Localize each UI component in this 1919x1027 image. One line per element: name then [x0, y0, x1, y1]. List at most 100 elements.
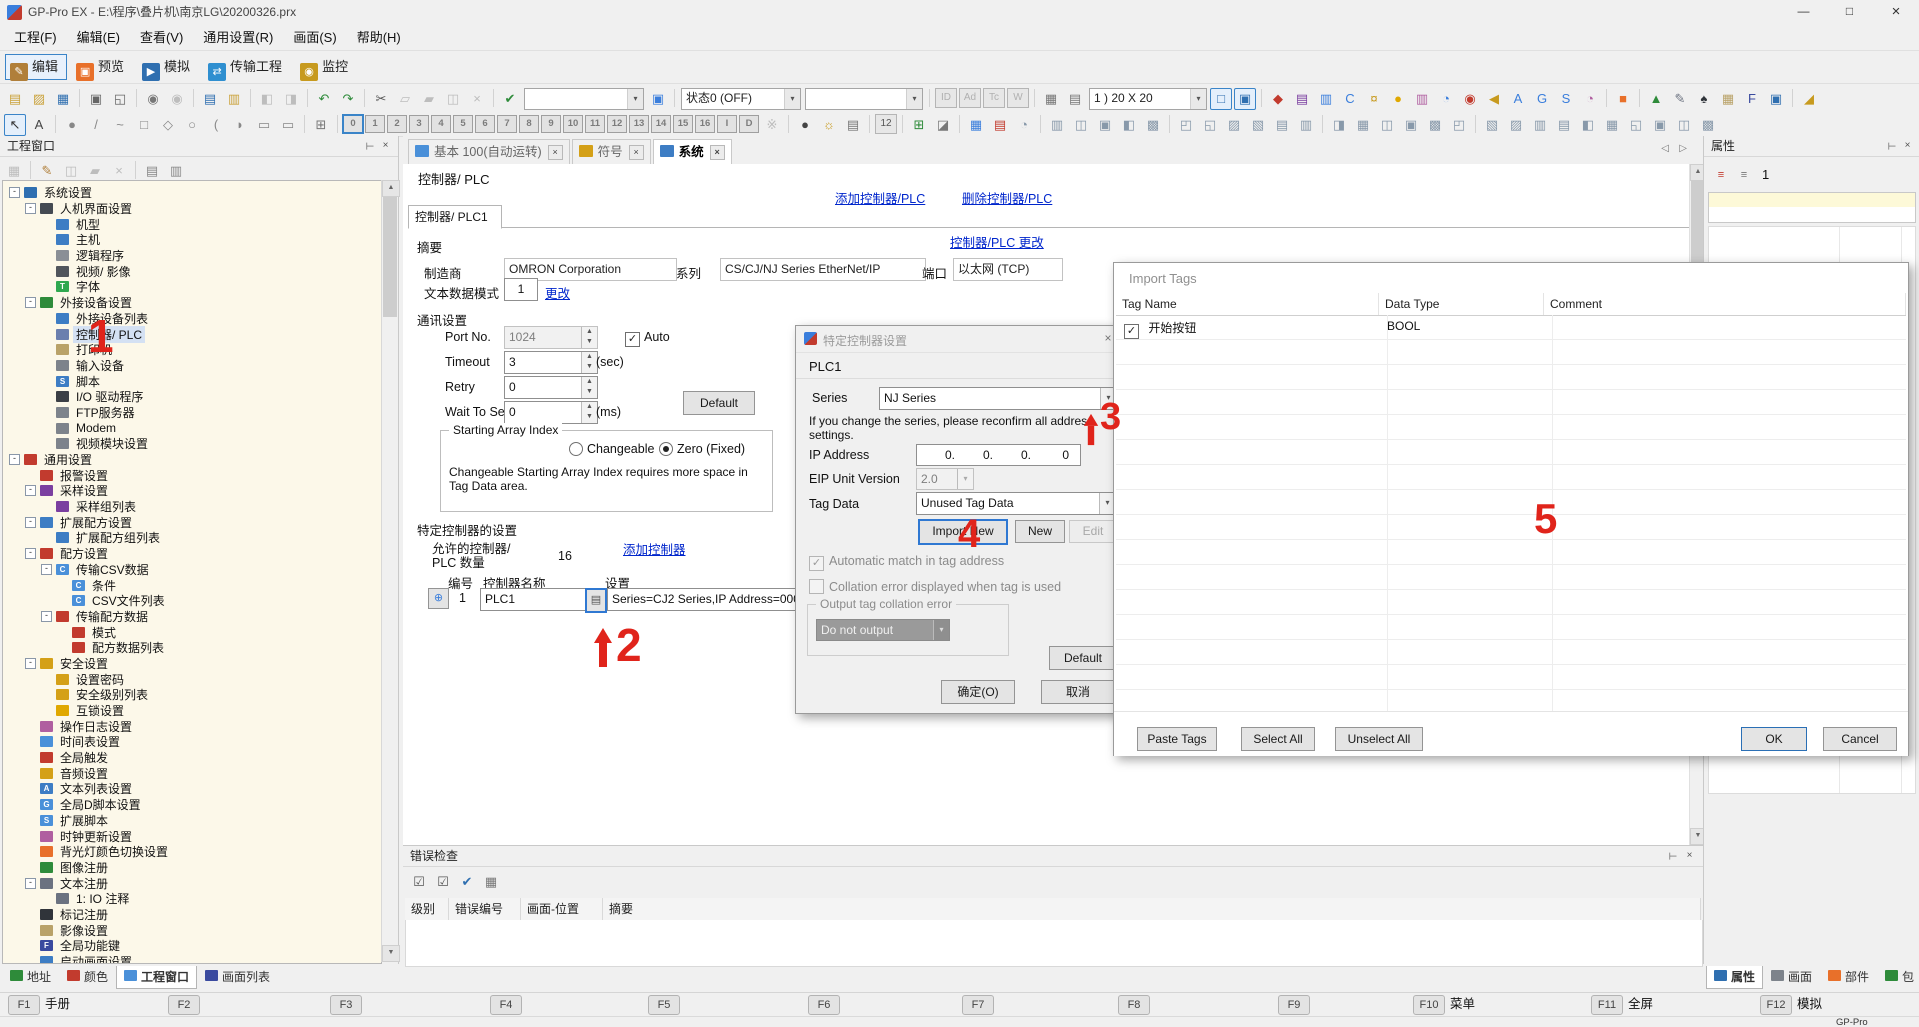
- ip-address-field[interactable]: 0.0.0.0: [916, 444, 1081, 466]
- tree-item[interactable]: 时钟更新设置: [3, 828, 381, 844]
- close-tab-icon[interactable]: ×: [548, 145, 563, 160]
- screen-number-button-12[interactable]: 12: [607, 115, 627, 133]
- tree-item[interactable]: 配方数据列表: [3, 640, 381, 656]
- frame-on-icon[interactable]: ▣: [1234, 88, 1256, 110]
- tree-item[interactable]: Modem: [3, 420, 381, 436]
- meter-part-icon[interactable]: ◔: [1013, 114, 1035, 136]
- tree-item-label[interactable]: 时钟更新设置: [57, 828, 135, 845]
- keypad-part-icon[interactable]: ⊞: [908, 114, 930, 136]
- tree-item[interactable]: 报警设置: [3, 467, 381, 483]
- sheet-icon[interactable]: ▤: [1064, 88, 1086, 110]
- retry-field[interactable]: 0 ▲▼: [504, 376, 598, 399]
- pie-tool-icon[interactable]: ◗: [229, 114, 251, 136]
- csv-icon[interactable]: C: [1339, 88, 1361, 110]
- rect-tool-icon[interactable]: □: [133, 114, 155, 136]
- minimize-button[interactable]: —: [1781, 0, 1826, 25]
- tree-item-label[interactable]: 模式: [89, 624, 119, 641]
- lamp-part-icon[interactable]: ●: [794, 114, 816, 136]
- bulb-part-icon[interactable]: ☼: [818, 114, 840, 136]
- part-icon-12[interactable]: ◨: [1328, 114, 1350, 136]
- screen-number-button-D[interactable]: D: [739, 115, 759, 133]
- menu-item[interactable]: 工程(F): [4, 25, 67, 50]
- tree-item[interactable]: 机型: [3, 216, 381, 232]
- global-dscript-icon[interactable]: G: [1531, 88, 1553, 110]
- fkey-cap-F4[interactable]: F4: [490, 995, 522, 1015]
- chevron-down-icon[interactable]: ▾: [784, 89, 800, 109]
- tree-expander-icon[interactable]: -: [25, 658, 36, 669]
- spinner-icon[interactable]: ▲▼: [581, 402, 597, 423]
- window-screen-icon[interactable]: ▣: [1765, 88, 1787, 110]
- tree-expander-icon[interactable]: -: [25, 517, 36, 528]
- fkey-cap-F7[interactable]: F7: [962, 995, 994, 1015]
- tree-item[interactable]: 音频设置: [3, 765, 381, 781]
- screen-image-icon[interactable]: ▣: [647, 88, 669, 110]
- part-icon-1[interactable]: ▥: [1046, 114, 1068, 136]
- close-tab-icon[interactable]: ×: [710, 145, 725, 160]
- image-register-icon[interactable]: ▲: [1645, 88, 1667, 110]
- part-id-combo[interactable]: ▾: [524, 88, 644, 110]
- part-icon-16[interactable]: ▩: [1424, 114, 1446, 136]
- new-screen-icon[interactable]: ▤: [199, 88, 221, 110]
- plc-settings-button[interactable]: ▤: [585, 588, 607, 613]
- close-panel-icon[interactable]: ×: [1900, 139, 1915, 153]
- add-controller-link[interactable]: 添加控制器: [623, 539, 686, 558]
- pin-icon[interactable]: ⊥: [1884, 139, 1898, 154]
- pin-icon[interactable]: ⊥: [362, 139, 376, 154]
- part-icon-18[interactable]: ▧: [1481, 114, 1503, 136]
- tree-item-label[interactable]: 报警设置: [57, 467, 111, 484]
- bar-chart-part-icon[interactable]: ▦: [965, 114, 987, 136]
- tree-item-label[interactable]: 时间表设置: [57, 733, 123, 750]
- errlist-check2-icon[interactable]: ☑: [432, 871, 454, 893]
- delete-plc-link[interactable]: 删除控制器/PLC: [962, 188, 1052, 207]
- screen-number-button-6[interactable]: 6: [475, 115, 495, 133]
- panel-tab-颜色[interactable]: 颜色: [59, 966, 116, 989]
- fkey-cap-F6[interactable]: F6: [808, 995, 840, 1015]
- ip-octet[interactable]: 0: [1031, 445, 1069, 465]
- tree-expander-icon[interactable]: -: [25, 878, 36, 889]
- screen-number-button-4[interactable]: 4: [431, 115, 451, 133]
- panel-doc-icon[interactable]: ▤: [141, 160, 163, 182]
- undo-icon[interactable]: ↶: [313, 88, 335, 110]
- screen-number-button-10[interactable]: 10: [563, 115, 583, 133]
- part-icon-2[interactable]: ◫: [1070, 114, 1092, 136]
- panel-tab-部件[interactable]: 部件: [1820, 966, 1877, 989]
- tree-item-label[interactable]: 影像设置: [57, 922, 111, 939]
- scroll-down-icon[interactable]: ▼: [382, 945, 400, 962]
- tree-item-label[interactable]: 背光灯颜色切换设置: [57, 843, 171, 860]
- paste-icon[interactable]: ▰: [418, 88, 440, 110]
- screen-number-button-1[interactable]: 1: [365, 115, 385, 133]
- errlist-check1-icon[interactable]: ☑: [408, 871, 430, 893]
- tree-item-label[interactable]: 机型: [73, 216, 103, 233]
- fkey-cap-F1[interactable]: F1: [8, 995, 40, 1015]
- scroll-up-icon[interactable]: ▲: [1690, 164, 1703, 181]
- plc-name-field[interactable]: PLC1: [480, 588, 593, 611]
- tree-item[interactable]: F全局功能键: [3, 938, 381, 954]
- select-cursor-icon[interactable]: ↖: [4, 114, 26, 136]
- tree-item-label[interactable]: 外接设备设置: [57, 294, 135, 311]
- trigger-icon[interactable]: ◉: [1459, 88, 1481, 110]
- part-state-combo[interactable]: ▾: [805, 88, 923, 110]
- tree-item-label[interactable]: 文本列表设置: [57, 780, 135, 797]
- fkey-cap-F2[interactable]: F2: [168, 995, 200, 1015]
- copy-icon[interactable]: ▱: [394, 88, 416, 110]
- sound-icon[interactable]: ◀: [1483, 88, 1505, 110]
- part-icon-5[interactable]: ▩: [1142, 114, 1164, 136]
- tree-expander-icon[interactable]: -: [41, 564, 52, 575]
- tree-item[interactable]: A文本列表设置: [3, 781, 381, 797]
- tree-item[interactable]: 设置密码: [3, 671, 381, 687]
- fkey-cap-F3[interactable]: F3: [330, 995, 362, 1015]
- tree-item[interactable]: G全局D脚本设置: [3, 797, 381, 813]
- menu-item[interactable]: 帮助(H): [347, 25, 411, 50]
- tree-item-label[interactable]: 视频/ 影像: [73, 263, 134, 280]
- text-tool-icon[interactable]: A: [28, 114, 50, 136]
- tree-item-label[interactable]: FTP服务器: [73, 404, 138, 421]
- menu-item[interactable]: 通用设置(R): [193, 25, 283, 50]
- tab-plc1[interactable]: 控制器/ PLC1: [408, 205, 502, 229]
- errlist-run-icon[interactable]: ✔: [456, 871, 478, 893]
- tree-item[interactable]: T字体: [3, 279, 381, 295]
- screen-number-button-16[interactable]: 16: [695, 115, 715, 133]
- tree-item[interactable]: 标记注册: [3, 907, 381, 923]
- tree-item-label[interactable]: 1: IO 注释: [73, 890, 132, 907]
- tree-item[interactable]: 全局触发: [3, 750, 381, 766]
- cancel-button[interactable]: 取消: [1041, 680, 1115, 704]
